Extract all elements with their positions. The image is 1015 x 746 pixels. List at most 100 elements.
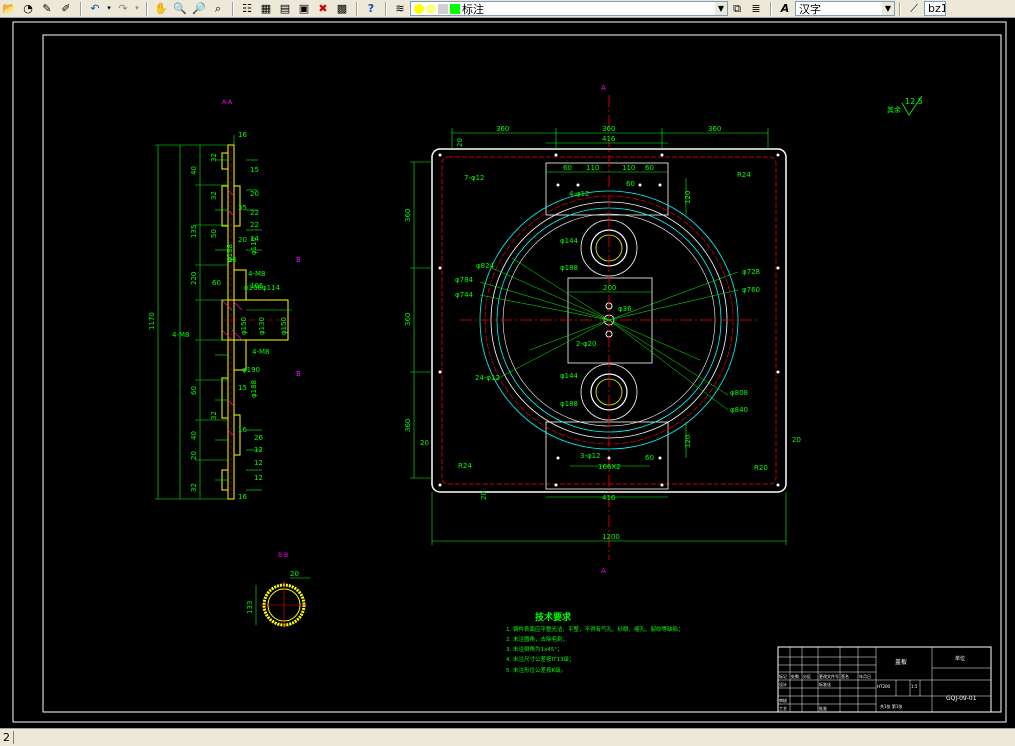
title-design: 设计 [779,681,787,687]
redo-icon[interactable]: ↷ [114,1,132,17]
layer-combo[interactable]: 标注 ▼ [410,1,728,16]
title-row-label: 处数 [791,673,799,679]
plan-dim-text: 110 [622,164,635,172]
command-line: 2 [0,728,1015,746]
layer-previous-icon[interactable]: ≣ [747,1,765,17]
undo-dropdown-icon[interactable]: ▾ [105,1,113,17]
side-dim-text: 40 [190,166,198,175]
side-dim-text: 20 [250,190,259,198]
title-row-label: 签名 [841,673,849,679]
side-dim-text: 50 [210,229,218,238]
plan-dim-text: 416 [602,135,616,143]
plan-dim-text: φ784 [455,276,474,284]
plan-dim-text: 20 [792,436,801,444]
roughness-mark: 其余 12.5 [887,95,923,116]
section-bb-view: B-B 133 20 [246,552,310,629]
plan-dim-text: φ808 [730,389,748,397]
title-approve: 批准 [819,705,827,711]
plan-dim-text: 360 [404,209,412,222]
drawing-area[interactable]: A-A 16 32 15 20 40 32 35 22 135 20 50 25… [0,18,1015,728]
plan-dim-text: 7-φ12 [464,174,485,182]
undo-icon[interactable]: ↶ [86,1,104,17]
title-row-label: 分区 [803,673,811,679]
zoom-window-icon[interactable]: 🔎 [190,1,208,17]
zoom-previous-icon[interactable]: ⌕ [209,1,227,17]
dimstyle-icon[interactable]: ⟋ [905,1,923,17]
save-icon[interactable]: ◔ [19,1,37,17]
standard-toolbar: 📂 ◔ ✎ ✐ ↶ ▾ ↷ ▾ ✋ 🔍 🔎 ⌕ ☷ ▦ ▤ ▣ ✖ ▩ ? ≋ … [0,0,1015,18]
tech-note: 2. 未注圆角，去除毛刺； [506,635,568,643]
pencil-icon[interactable]: ✎ [38,1,56,17]
side-dim-text: 20 [190,451,198,460]
side-callout: φ150 [240,317,248,335]
properties-icon[interactable]: ☷ [238,1,256,17]
title-block: 标记 处数 分区 更改文件号 签名 年月日 设计 标准化 审核 工艺 批准 HT… [777,646,992,713]
side-dim-text: 60 [212,279,221,287]
chevron-down-icon[interactable]: ▼ [715,2,727,15]
tool-palette-icon[interactable]: ▤ [276,1,294,17]
plan-dim-text: 416 [602,494,616,502]
title-row-label: 标记 [779,673,787,679]
layer-lock-icon [438,3,448,14]
side-callout: φ150 [280,317,288,335]
plan-dim-text: 200 [603,284,616,292]
cad-drawing: A-A 16 32 15 20 40 32 35 22 135 20 50 25… [12,21,1007,723]
sheet-set-icon[interactable]: ▣ [295,1,313,17]
tech-title: 技术要求 [535,611,572,623]
dim-style-combo[interactable]: bz1 [924,1,946,16]
design-center-icon[interactable]: ▦ [257,1,275,17]
title-std: 标准化 [819,681,831,687]
side-dim-text: 60 [190,386,198,395]
title-drawing-no: GQJ-09-01 [946,695,977,702]
plan-dim-text: 120 [684,435,692,448]
plan-dim-text: 110 [586,164,599,172]
plan-dim-text: 360 [404,313,412,326]
plan-dim-text: φ188 [560,400,578,408]
calculator-icon[interactable]: ▩ [333,1,351,17]
plan-dim-text: R20 [754,464,768,472]
side-dim-text: 32 [210,153,218,162]
text-style-name: 汉字 [799,2,821,16]
text-style-icon[interactable]: A [776,1,794,17]
help-icon[interactable]: ? [362,1,380,17]
make-layer-current-icon[interactable]: ⧉ [728,1,746,17]
plan-dim-text: 24-φ12 [475,374,500,382]
plan-dim-text: 20 [420,439,429,447]
title-company: 单位 [955,655,965,662]
roughness-note: 其余 [887,105,901,114]
side-dim-text: 35 [238,204,247,212]
text-style-combo[interactable]: 汉字 ▼ [795,1,895,16]
side-callout: 4-M8 [172,331,189,339]
sheet-inner-border [42,34,1002,713]
title-material: HT200 [877,684,891,689]
side-dim-text: 22 [250,209,259,217]
side-dim-text: 32 [210,411,218,420]
redo-dropdown-icon[interactable]: ▾ [133,1,141,17]
dim-style-name: bz1 [928,2,946,15]
layer-manager-icon[interactable]: ≋ [391,1,409,17]
side-callout: φ190 [242,366,260,374]
markup-icon[interactable]: ✖ [314,1,332,17]
open-icon[interactable]: 📂 [0,1,18,17]
plan-dim-text: 60 [626,180,635,188]
plan-dim-text: R24 [737,171,751,179]
section-marker: A [601,567,606,575]
plan-dim-text: φ188 [560,264,578,272]
side-dim-text: 16 [238,426,247,434]
pan-icon[interactable]: ✋ [152,1,170,17]
title-check: 审核 [779,697,787,703]
plan-dim-text: 20 [456,138,464,147]
chevron-down-icon[interactable]: ▼ [882,2,894,15]
section-marker: B [296,256,301,264]
zoom-realtime-icon[interactable]: 🔍 [171,1,189,17]
plan-dim-text: φ744 [455,291,474,299]
command-input[interactable] [14,730,1015,746]
plan-dim-text: 360 [602,125,615,133]
side-dim-text: 135 [190,225,198,238]
plan-dim-text: φ824 [476,262,495,270]
title-row-label: 更改文件号 [819,673,839,679]
side-dim-text: 220 [190,272,198,285]
toolbar-separator [80,1,82,16]
eraser-icon[interactable]: ✐ [57,1,75,17]
plan-dim-text: 166X2 [598,463,621,471]
